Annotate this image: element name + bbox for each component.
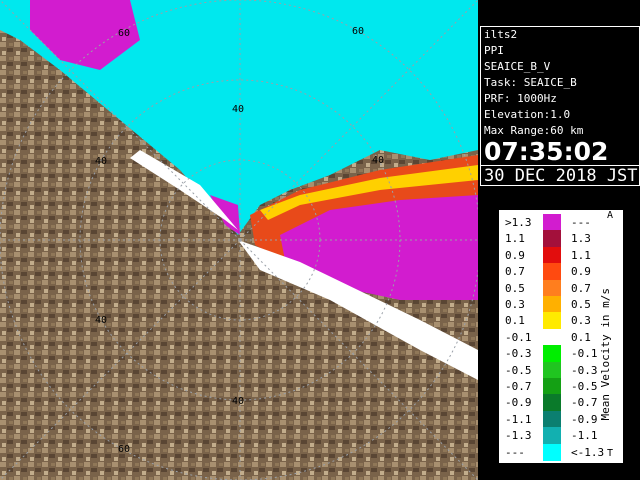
legend-swatch — [543, 345, 561, 363]
legend-swatch — [543, 394, 561, 412]
legend-row-low: 0.3 — [505, 298, 525, 311]
legend-row-low: -0.7 — [505, 380, 532, 393]
legend-swatch — [543, 378, 561, 395]
legend-row: 1.1 1.3 — [503, 230, 595, 248]
range-label: 60 — [118, 444, 130, 455]
legend-row: 0.5 0.7 — [503, 279, 595, 297]
legend-row-low: -0.3 — [505, 347, 532, 361]
legend-row: -0.7 -0.5 — [503, 378, 598, 395]
legend-row: -0.5 -0.3 — [503, 361, 598, 379]
elevation-value: Elevation:1.0 — [484, 108, 571, 121]
legend-row-low: -0.9 — [505, 396, 532, 410]
info-panel: ilts2 PPI SEAICE_B_V Task: SEAICE_B PRF:… — [480, 26, 640, 186]
legend-swatch — [543, 328, 561, 346]
range-label: 40 — [95, 156, 107, 167]
site-name: ilts2 — [484, 28, 518, 41]
legend-row-high: 0.3 — [571, 314, 591, 328]
legend-row-low: -0.5 — [505, 363, 532, 377]
legend-swatch — [543, 279, 561, 297]
legend-swatch — [543, 214, 561, 231]
legend-swatch — [543, 312, 561, 330]
legend-row: -1.1 -0.9 — [503, 410, 598, 428]
legend-row-high: --- — [571, 216, 591, 229]
legend-row: >1.3 --- — [503, 214, 595, 231]
legend-row: -1.3 -1.1 — [503, 427, 598, 445]
legend-row-low: >1.3 — [505, 216, 532, 229]
scan-time: 07:35:02 — [484, 137, 609, 166]
legend-swatch — [543, 230, 561, 248]
legend-row-high: 1.1 — [571, 248, 591, 262]
legend-row-high: -1.1 — [571, 429, 598, 443]
legend-row-low: --- — [505, 445, 525, 459]
legend-swatch — [543, 263, 561, 281]
legend-row-low: -1.3 — [505, 429, 532, 443]
scan-date: 30 DEC 2018 JST — [481, 165, 639, 186]
range-label: 40 — [232, 104, 244, 115]
legend-swatch — [543, 427, 561, 445]
velocity-legend: A Mean Velocity in m/s T >1.3 --- 1.1 1.3 0.… — [498, 209, 624, 464]
legend-row-low: 0.1 — [505, 314, 525, 328]
legend-bottom-mark: T — [607, 448, 614, 459]
legend-swatch — [543, 443, 561, 461]
legend-row: -0.9 -0.7 — [503, 394, 598, 412]
product-name: SEAICE_B_V — [484, 60, 551, 73]
legend-row: 0.3 0.5 — [503, 296, 595, 313]
legend-row-high: -0.9 — [571, 412, 598, 426]
legend-top-mark: A — [607, 210, 614, 221]
legend-row: -0.3 -0.1 — [503, 345, 598, 363]
legend-row-low: 0.9 — [505, 248, 525, 262]
range-label: 60 — [118, 28, 130, 39]
legend-row: -0.1 0.1 — [503, 328, 595, 346]
radar-ppi-display: 60 40 40 40 40 40 60 60 — [0, 0, 478, 480]
range-label: 40 — [232, 396, 244, 407]
legend-row-low: 0.7 — [505, 265, 525, 279]
legend-row-high: 0.9 — [571, 265, 591, 279]
legend-row-high: 0.1 — [571, 330, 591, 344]
legend-row: --- <-1.3 — [503, 443, 604, 461]
legend-row: 0.1 0.3 — [503, 312, 595, 330]
range-label: 40 — [372, 155, 384, 166]
legend-row-high: -0.1 — [571, 347, 598, 361]
legend-caption: Mean Velocity in m/s — [599, 288, 612, 421]
legend-swatch — [543, 296, 561, 313]
prf-value: PRF: 1000Hz — [484, 92, 557, 105]
legend-row-high: 0.5 — [571, 298, 591, 311]
legend-row-high: <-1.3 — [571, 445, 605, 459]
range-label: 60 — [352, 26, 364, 37]
legend-row-low: -0.1 — [505, 330, 532, 344]
task-name: Task: SEAICE_B — [484, 76, 577, 89]
legend-row-high: -0.7 — [571, 396, 598, 410]
scan-mode: PPI — [484, 44, 504, 57]
legend-swatch — [543, 246, 561, 264]
legend-row: 0.7 0.9 — [503, 263, 595, 281]
legend-row-low: -1.1 — [505, 412, 532, 426]
legend-row: 0.9 1.1 — [503, 246, 595, 264]
legend-row-high: 1.3 — [571, 232, 591, 246]
legend-swatch — [543, 361, 561, 379]
range-label: 40 — [95, 315, 107, 326]
legend-row-high: 0.7 — [571, 281, 591, 295]
legend-row-high: -0.5 — [571, 380, 598, 393]
legend-row-low: 0.5 — [505, 281, 525, 295]
legend-row-high: -0.3 — [571, 363, 598, 377]
legend-swatch — [543, 410, 561, 428]
legend-row-low: 1.1 — [505, 232, 525, 246]
